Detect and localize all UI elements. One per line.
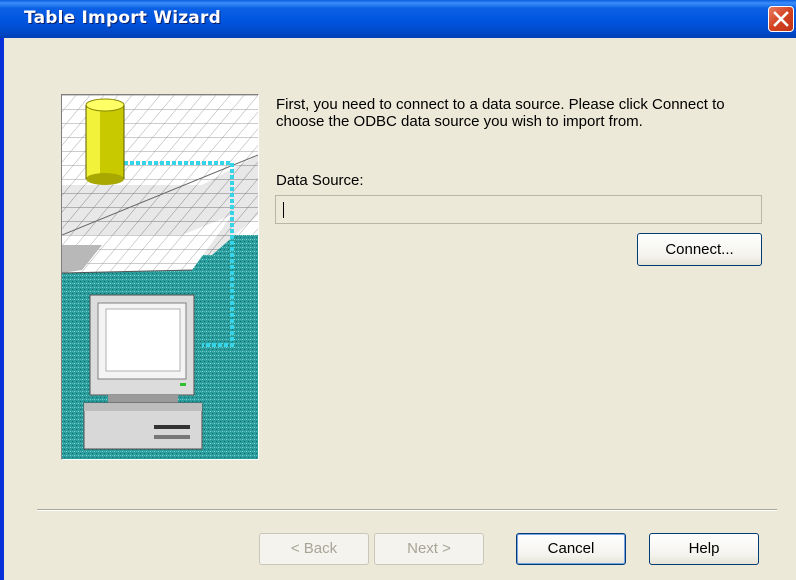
- data-source-label: Data Source:: [276, 172, 364, 189]
- desktop-pc-icon: [83, 402, 203, 450]
- database-cylinder-icon: [85, 98, 125, 185]
- wizard-illustration-graphic: [62, 95, 258, 459]
- computer-monitor-icon: [89, 294, 195, 403]
- next-button[interactable]: Next >: [374, 533, 484, 565]
- connect-button[interactable]: Connect...: [637, 233, 762, 266]
- data-source-field[interactable]: [275, 195, 762, 224]
- text-caret: [283, 202, 284, 218]
- footer-separator: [37, 509, 777, 511]
- cancel-button[interactable]: Cancel: [516, 533, 626, 565]
- window-frame: [0, 38, 4, 580]
- close-icon: [773, 11, 789, 27]
- title-bar[interactable]: Table Import Wizard: [0, 0, 796, 38]
- wizard-illustration: [61, 94, 259, 460]
- window-title: Table Import Wizard: [24, 8, 221, 28]
- close-button[interactable]: [768, 6, 794, 32]
- back-button[interactable]: < Back: [259, 533, 369, 565]
- help-button[interactable]: Help: [649, 533, 759, 565]
- instructions-text: First, you need to connect to a data sou…: [276, 96, 725, 130]
